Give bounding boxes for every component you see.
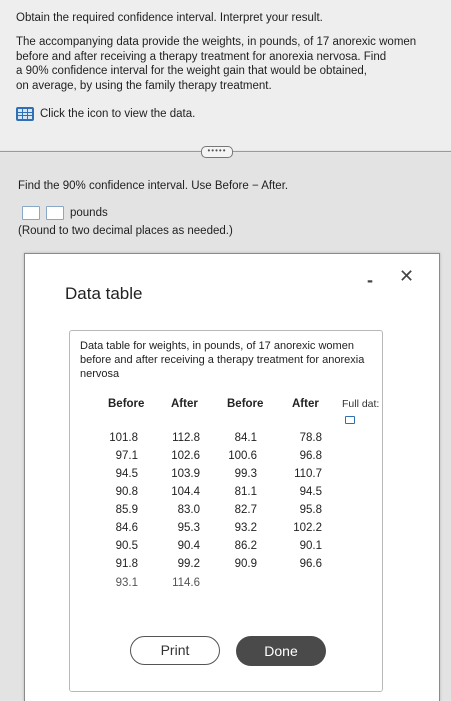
table-cell: 78.8 [299, 432, 322, 444]
table-cell: 82.7 [234, 504, 257, 516]
data-table-icon[interactable] [16, 107, 34, 121]
table-cell: 81.1 [234, 486, 257, 498]
question-title: Obtain the required confidence interval.… [16, 12, 323, 24]
done-button[interactable]: Done [236, 636, 326, 666]
table-cell: 96.6 [299, 558, 322, 570]
table-cell: 90.9 [234, 558, 257, 570]
table-cell: 96.8 [299, 450, 322, 462]
view-data-label: Click the icon to view the data. [40, 108, 196, 120]
print-button[interactable]: Print [130, 636, 220, 665]
table-cell: 90.4 [177, 540, 200, 552]
table-cell: 90.8 [115, 486, 138, 498]
table-cell: 90.5 [115, 540, 138, 552]
table-cell: 94.5 [115, 468, 138, 480]
question-line: The accompanying data provide the weight… [16, 36, 417, 48]
table-cell: 85.9 [115, 504, 138, 516]
table-cell: 86.2 [234, 540, 257, 552]
table-cell: 91.8 [115, 558, 138, 570]
table-cell: 101.8 [109, 432, 138, 444]
answer-row: pounds [22, 206, 108, 220]
table-cell: 99.2 [177, 558, 200, 570]
table-cell: 102.2 [293, 522, 322, 534]
part-prompt: Find the 90% confidence interval. Use Be… [18, 180, 289, 192]
question-line: before and after receiving a therapy tre… [16, 50, 387, 63]
copy-icon[interactable] [345, 416, 355, 424]
column-header-after-1: After [171, 398, 198, 410]
table-cell: 83.0 [177, 504, 200, 516]
column-header-before-2: Before [227, 398, 264, 410]
expand-more-button[interactable]: ••••• [201, 146, 233, 158]
data-table-dialog: - ✕ Data table Data table for weights, i… [24, 253, 440, 701]
table-cell: 93.2 [234, 522, 257, 534]
column-header-after-2: After [292, 398, 319, 410]
lower-bound-input[interactable] [22, 206, 40, 220]
dialog-title: Data table [65, 284, 143, 303]
table-caption: Data table for weights, in pounds, of 17… [80, 340, 365, 380]
table-cell: 110.7 [294, 468, 322, 480]
table-cell: 112.8 [172, 432, 200, 444]
question-line: on average, by using the family therapy … [16, 79, 272, 92]
question-line: a 90% confidence interval for the weight… [16, 65, 367, 77]
question-panel: Obtain the required confidence interval.… [0, 0, 451, 150]
rounding-note: (Round to two decimal places as needed.) [18, 225, 233, 237]
data-panel: Data table for weights, in pounds, of 17… [69, 330, 383, 692]
view-data-link[interactable]: Click the icon to view the data. [16, 107, 195, 121]
upper-bound-input[interactable] [46, 206, 64, 220]
table-cell: 84.1 [234, 432, 257, 444]
column-header-before-1: Before [108, 398, 145, 410]
table-cell: 103.9 [171, 468, 200, 480]
table-cell: 90.1 [299, 540, 322, 552]
table-cell: 104.4 [171, 486, 200, 498]
table-cell: 102.6 [171, 450, 200, 462]
minimize-button[interactable]: - [367, 270, 373, 291]
close-icon[interactable]: ✕ [399, 266, 414, 287]
full-data-link[interactable]: Full dat: [342, 398, 379, 410]
table-cell: 84.6 [115, 522, 138, 534]
unit-label: pounds [70, 207, 108, 219]
table-cell: 95.8 [299, 504, 322, 516]
table-cell: 100.6 [228, 450, 257, 462]
question-text: The accompanying data provide the weight… [16, 35, 441, 93]
table-cell: 95.3 [177, 522, 200, 534]
table-scroll-mask [70, 586, 382, 691]
table-cell: 94.5 [299, 486, 322, 498]
table-cell: 99.3 [234, 468, 257, 480]
table-cell: 97.1 [115, 450, 138, 462]
